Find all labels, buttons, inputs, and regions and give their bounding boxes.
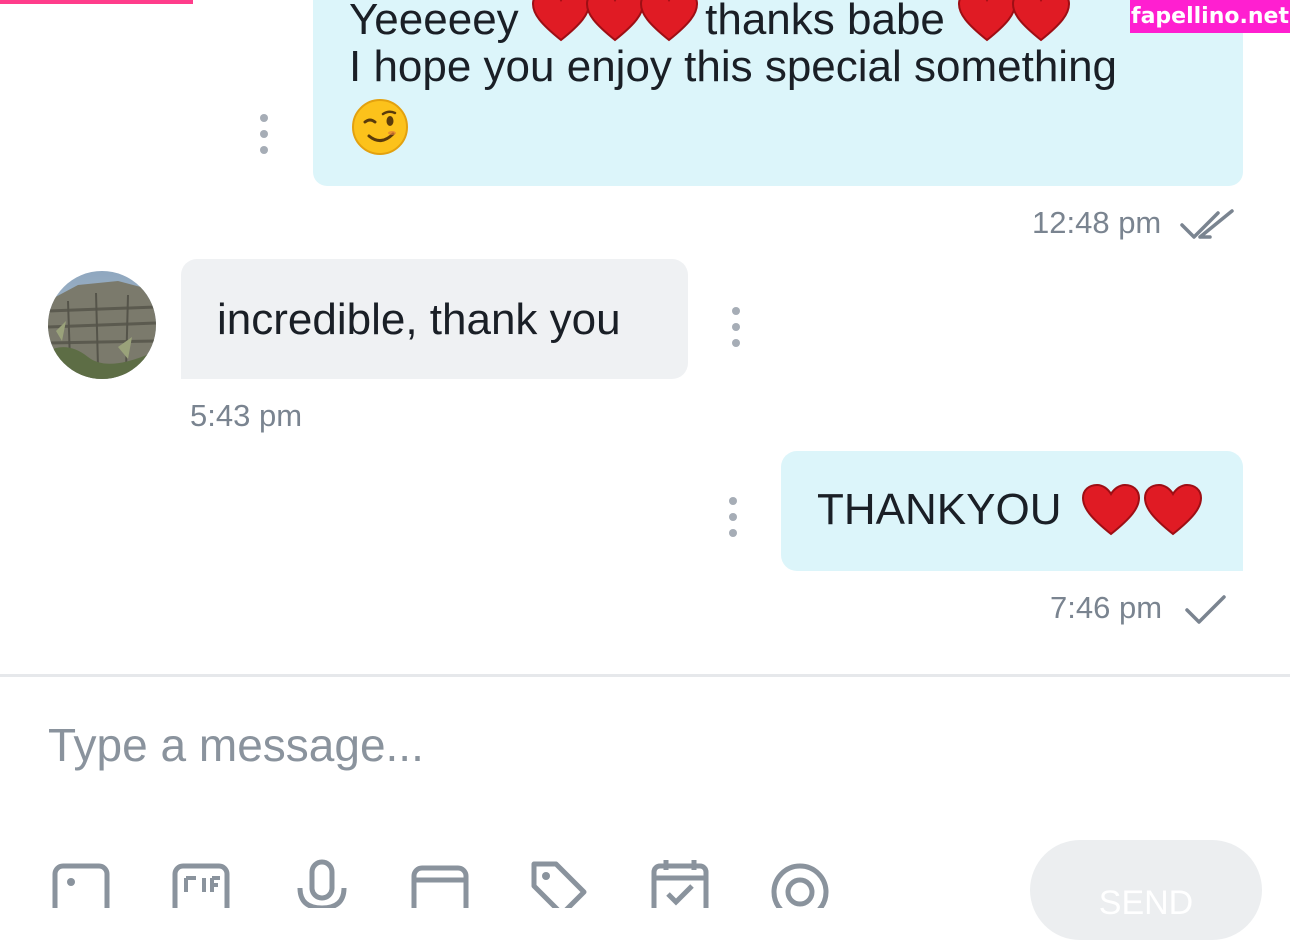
double-check-icon xyxy=(1180,209,1234,239)
two-hearts-emoji-icon xyxy=(1081,483,1203,542)
message-options-icon[interactable] xyxy=(728,497,738,537)
message-text: THANKYOU xyxy=(817,485,1062,534)
message-text: incredible, thank you xyxy=(217,295,621,344)
outgoing-message-bubble[interactable]: THANKYOU xyxy=(781,451,1243,571)
message-text: thanks babe xyxy=(705,0,945,44)
composer-divider xyxy=(0,674,1290,677)
top-accent-bar xyxy=(0,0,193,4)
avatar[interactable] xyxy=(48,271,156,379)
single-check-icon xyxy=(1185,595,1226,624)
message-timestamp: 7:46 pm xyxy=(1050,590,1163,625)
schedule-icon[interactable] xyxy=(650,858,710,908)
message-options-icon[interactable] xyxy=(259,114,269,154)
microphone-icon[interactable] xyxy=(292,858,352,908)
message-text: I hope you enjoy this special something xyxy=(349,42,1118,91)
incoming-message-bubble[interactable]: incredible, thank you xyxy=(181,259,688,379)
quiz-icon[interactable] xyxy=(770,858,830,908)
gif-icon[interactable] xyxy=(172,858,232,908)
message-text: Yeeeeey xyxy=(349,0,519,44)
message-options-icon[interactable] xyxy=(731,307,741,347)
price-tag-icon[interactable] xyxy=(528,858,588,908)
message-input[interactable] xyxy=(48,705,948,785)
image-icon[interactable] xyxy=(52,858,112,908)
message-timestamp: 5:43 pm xyxy=(190,398,303,433)
send-button[interactable]: SEND xyxy=(1030,840,1262,940)
watermark: fapellino.net xyxy=(1130,0,1290,33)
outgoing-message-bubble[interactable]: Yeeeeey thanks babe I hope you enjoy thi… xyxy=(313,0,1243,186)
winking-face-emoji-icon xyxy=(351,98,409,161)
wallet-icon[interactable] xyxy=(410,858,470,908)
message-timestamp: 12:48 pm xyxy=(1032,205,1162,240)
